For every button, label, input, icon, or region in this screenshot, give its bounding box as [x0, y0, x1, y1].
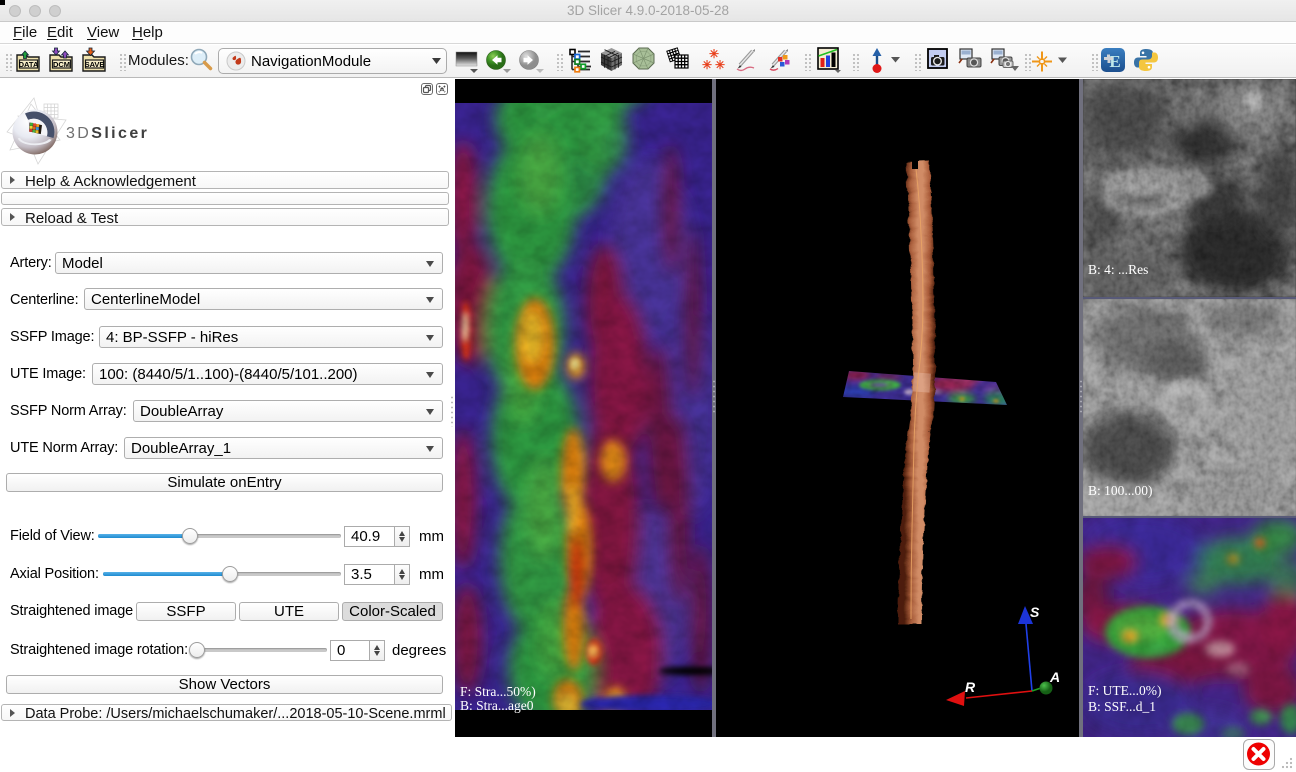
- svg-text:✳: ✳: [702, 58, 712, 72]
- svg-text:R: R: [965, 679, 976, 695]
- svg-text:A: A: [1049, 669, 1060, 685]
- svg-text:B: SSF...d_1: B: SSF...d_1: [1088, 699, 1156, 714]
- svg-text:B: 4: ...Res: B: 4: ...Res: [1088, 262, 1148, 277]
- svg-text:B: 100...00): B: 100...00): [1088, 483, 1153, 498]
- svg-text:DCM: DCM: [53, 60, 70, 69]
- svg-text:3DSlicer: 3DSlicer: [66, 125, 149, 142]
- svg-text:S: S: [1030, 604, 1040, 620]
- svg-text:✳: ✳: [715, 58, 725, 72]
- svg-text:B: Stra...age0: B: Stra...age0: [460, 698, 534, 713]
- svg-text:DATA: DATA: [19, 60, 39, 69]
- svg-text:E: E: [1109, 52, 1120, 71]
- svg-text:F: UTE...0%): F: UTE...0%): [1088, 683, 1162, 698]
- svg-text:SAVE: SAVE: [85, 60, 105, 69]
- svg-text:F: Stra...50%): F: Stra...50%): [460, 684, 536, 699]
